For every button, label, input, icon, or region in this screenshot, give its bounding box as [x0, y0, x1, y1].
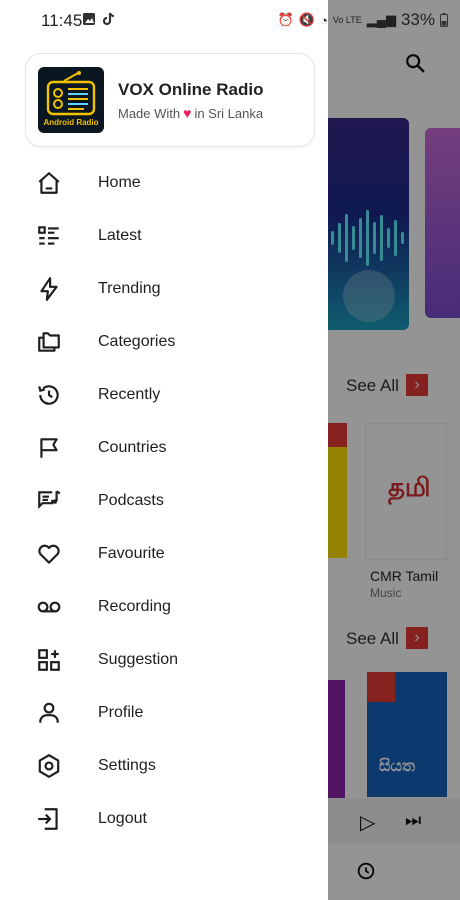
clock: 11:45 [41, 11, 83, 30]
app-tagline: Made With ♥ in Sri Lanka [118, 105, 263, 121]
logout-icon [36, 806, 62, 832]
menu-label: Profile [98, 703, 144, 721]
folders-icon [36, 329, 62, 355]
podcast-icon [36, 488, 62, 514]
app-logo: Android Radio [38, 67, 104, 133]
volte-icon: Vo LTE [332, 15, 362, 25]
tagline-suffix: in Sri Lanka [194, 105, 264, 121]
tagline-prefix: Made With [118, 105, 181, 121]
menu-item-countries[interactable]: Countries [0, 421, 328, 474]
lightning-icon [36, 276, 62, 302]
flag-icon [36, 435, 62, 461]
signal-icon: ▂▄▆ [366, 12, 396, 27]
menu-label: Favourite [98, 544, 165, 562]
history-icon [36, 382, 62, 408]
logo-caption: Android Radio [43, 118, 99, 127]
apps-add-icon [36, 647, 62, 673]
menu-label: Home [98, 173, 141, 191]
menu-label: Settings [98, 756, 156, 774]
menu-label: Logout [98, 809, 147, 827]
menu-item-recording[interactable]: Recording [0, 580, 328, 633]
menu-label: Categories [98, 332, 176, 350]
menu-label: Suggestion [98, 650, 179, 668]
system-status-icons: ⏰ 🔇 ◔ Vo LTE ▂▄▆ 33% [278, 10, 448, 30]
menu-item-categories[interactable]: Categories [0, 315, 328, 368]
alarm-icon: ⏰ [277, 12, 294, 27]
voicemail-icon [36, 594, 62, 620]
gallery-icon [83, 13, 95, 25]
menu-item-recently[interactable]: Recently [0, 368, 328, 421]
menu-label: Latest [98, 226, 142, 244]
menu-label: Podcasts [98, 491, 164, 509]
menu-item-favourite[interactable]: Favourite [0, 527, 328, 580]
drawer-header: Android Radio VOX Online Radio Made With… [25, 53, 315, 147]
menu-item-trending[interactable]: Trending [0, 262, 328, 315]
home-icon [36, 170, 62, 196]
status-bar: 11:45 ⏰ 🔇 ◔ Vo LTE ▂▄▆ 33% [0, 0, 460, 40]
wifi-icon: ◔ [320, 12, 328, 28]
navigation-drawer: Android Radio VOX Online Radio Made With… [0, 0, 328, 900]
menu-label: Trending [98, 279, 161, 297]
person-icon [36, 700, 62, 726]
menu-item-suggestion[interactable]: Suggestion [0, 633, 328, 686]
menu-item-settings[interactable]: Settings [0, 739, 328, 792]
heart-icon [36, 541, 62, 567]
tiktok-icon [103, 12, 115, 26]
mute-icon: 🔇 [298, 12, 316, 27]
menu-item-home[interactable]: Home [0, 156, 328, 209]
menu-item-profile[interactable]: Profile [0, 686, 328, 739]
app-name: VOX Online Radio [118, 80, 264, 99]
settings-hexagon-icon [36, 753, 62, 779]
menu-item-podcasts[interactable]: Podcasts [0, 474, 328, 527]
list-icon [36, 223, 62, 249]
menu-label: Countries [98, 438, 167, 456]
menu-item-logout[interactable]: Logout [0, 792, 328, 845]
menu-label: Recording [98, 597, 171, 615]
menu-item-latest[interactable]: Latest [0, 209, 328, 262]
notification-icons [82, 12, 115, 27]
menu-label: Recently [98, 385, 161, 403]
battery-icon [440, 13, 448, 27]
heart-icon: ♥ [183, 105, 192, 121]
battery-level: 33% [400, 10, 435, 29]
